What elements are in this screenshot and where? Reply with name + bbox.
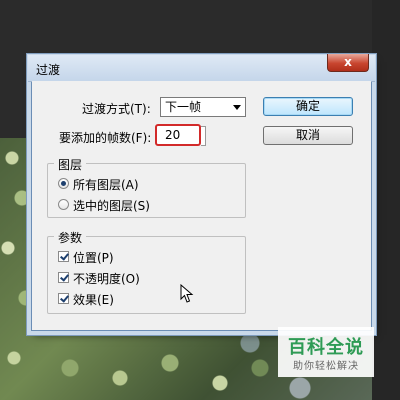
- all-layers-label[interactable]: 所有图层(A): [73, 176, 139, 193]
- transition-dialog: 过渡 x 过渡方式(T): 下一帧 要添加的帧数(F): 20 确定 取消 图层…: [28, 54, 375, 331]
- close-button[interactable]: x: [327, 54, 369, 72]
- frames-label: 要添加的帧数(F):: [59, 131, 152, 145]
- params-group: 参数 位置(P) 不透明度(O) 效果(E): [47, 229, 246, 314]
- opacity-checkbox[interactable]: [58, 272, 69, 283]
- watermark: 百科全说 助你轻松解决: [278, 327, 374, 377]
- params-legend: 参数: [54, 229, 87, 246]
- title-bar[interactable]: 过渡 x: [28, 54, 375, 82]
- frames-input-border: [201, 126, 206, 146]
- cancel-button[interactable]: 取消: [263, 126, 353, 145]
- position-checkbox[interactable]: [58, 251, 69, 262]
- watermark-subtitle: 助你轻松解决: [293, 361, 359, 372]
- all-layers-radio[interactable]: [58, 178, 69, 189]
- transition-method-select[interactable]: 下一帧: [160, 97, 246, 117]
- selected-layers-label[interactable]: 选中的图层(S): [73, 197, 150, 214]
- transition-method-label: 过渡方式(T):: [82, 102, 151, 116]
- mouse-cursor-icon: [180, 284, 194, 303]
- layers-legend: 图层: [54, 156, 87, 173]
- effects-label[interactable]: 效果(E): [73, 291, 114, 308]
- selected-layers-radio[interactable]: [58, 199, 69, 210]
- effects-checkbox[interactable]: [58, 293, 69, 304]
- canvas-edge: [372, 0, 400, 400]
- dialog-content: 过渡方式(T): 下一帧 要添加的帧数(F): 20 确定 取消 图层 所有图层…: [32, 81, 371, 330]
- ok-button[interactable]: 确定: [263, 97, 353, 116]
- chevron-down-icon: [233, 105, 241, 110]
- dialog-title: 过渡: [36, 63, 61, 77]
- frames-input[interactable]: 20: [155, 124, 201, 146]
- position-label[interactable]: 位置(P): [73, 249, 114, 266]
- transition-method-value: 下一帧: [165, 100, 202, 114]
- frames-value: 20: [165, 128, 181, 142]
- watermark-title: 百科全说: [288, 337, 364, 358]
- close-icon: x: [344, 55, 352, 69]
- layers-group: 图层 所有图层(A) 选中的图层(S): [47, 156, 246, 218]
- opacity-label[interactable]: 不透明度(O): [73, 270, 140, 287]
